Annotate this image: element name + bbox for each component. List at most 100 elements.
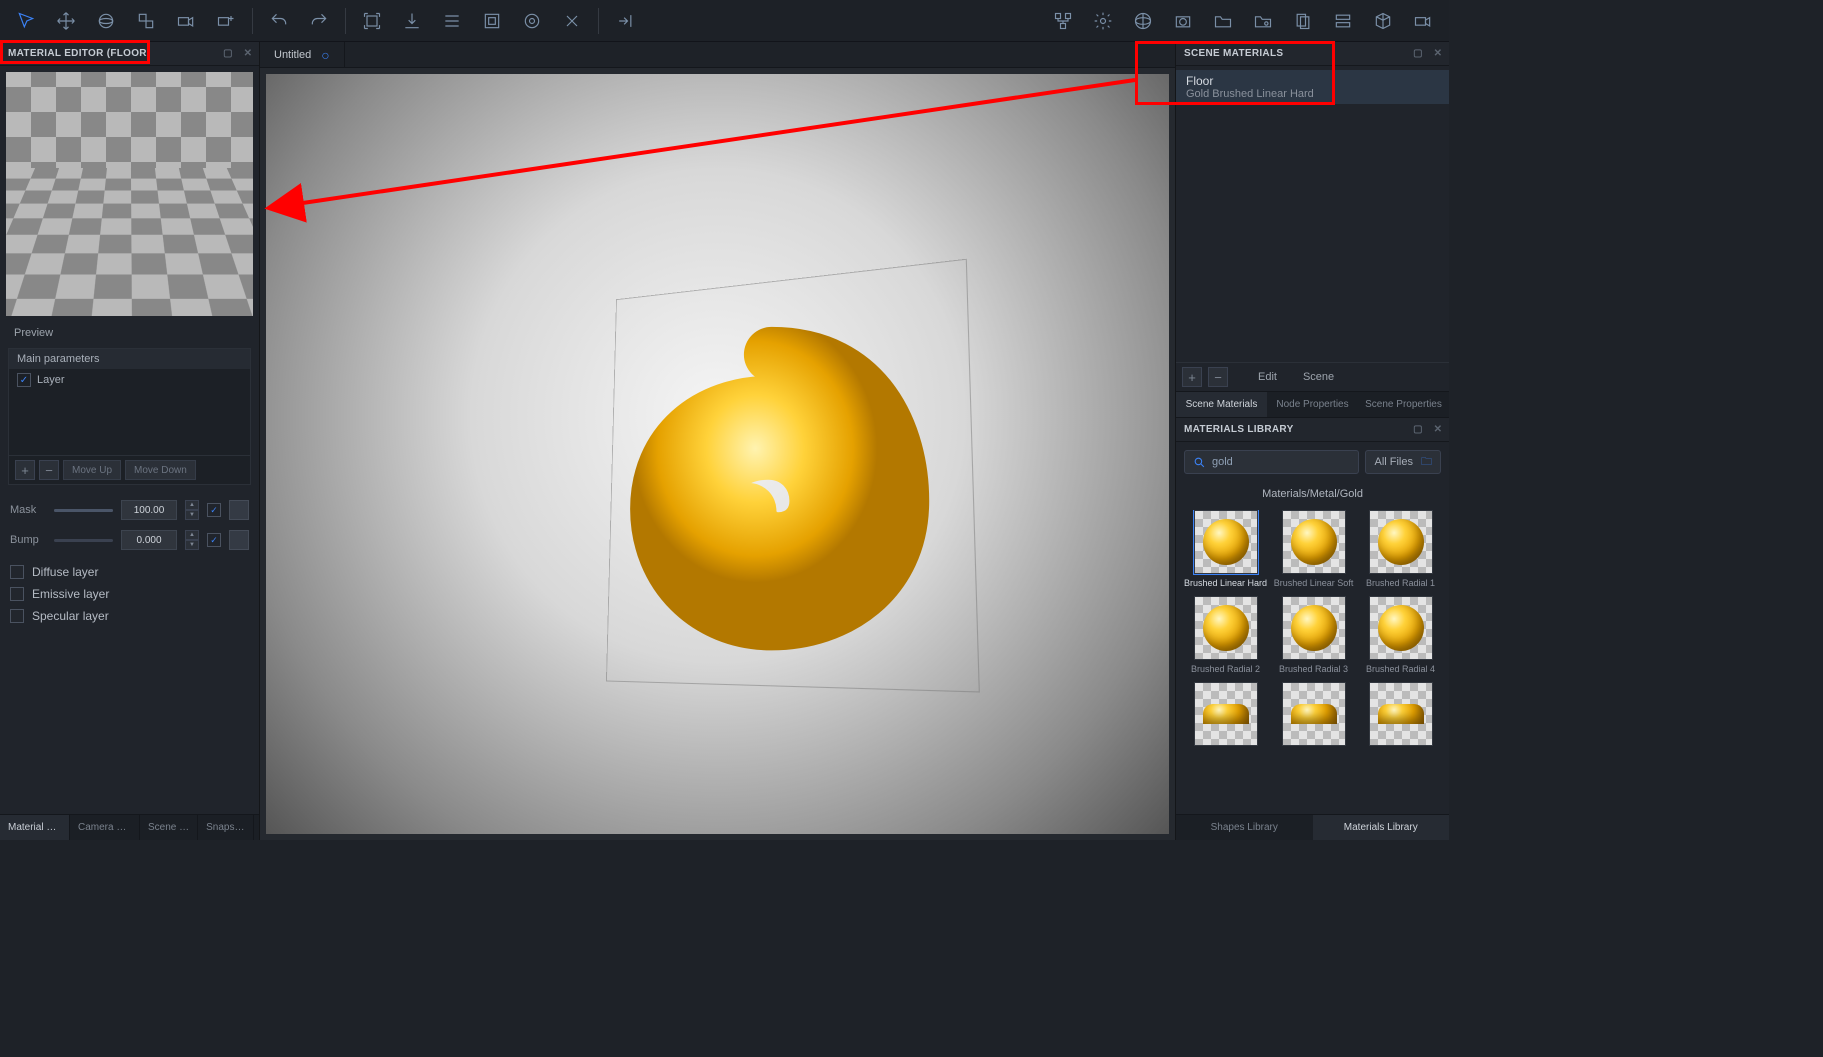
cube-icon[interactable] — [1365, 3, 1401, 39]
scale-tool-icon[interactable] — [128, 3, 164, 39]
stack-icon[interactable] — [1325, 3, 1361, 39]
tab-scene[interactable]: Scene … — [140, 815, 198, 840]
layer-checkbox[interactable]: ✓ — [17, 373, 31, 387]
material-thumb[interactable] — [1360, 682, 1441, 760]
folder-shapes-icon[interactable] — [1245, 3, 1281, 39]
scene-material-type: Gold Brushed Linear Hard — [1186, 88, 1439, 100]
tab-scene-materials[interactable]: Scene Materials — [1176, 392, 1267, 417]
tab-materials-library[interactable]: Materials Library — [1313, 815, 1450, 840]
mask-spinner[interactable]: ▲▼ — [185, 500, 199, 520]
materials-library-title: MATERIALS LIBRARY — [1184, 424, 1294, 435]
drop-to-floor-icon[interactable] — [394, 3, 430, 39]
library-path: Materials/Metal/Gold — [1176, 482, 1449, 510]
maximize-icon[interactable]: ▢ — [1411, 423, 1425, 437]
close-icon[interactable]: ✕ — [241, 47, 255, 61]
export-icon[interactable] — [607, 3, 643, 39]
move-down-button[interactable]: Move Down — [125, 460, 196, 480]
globe-icon[interactable] — [1125, 3, 1161, 39]
move-tool-icon[interactable] — [48, 3, 84, 39]
material-thumb[interactable]: Brushed Radial 3 — [1273, 596, 1354, 674]
close-icon[interactable]: ✕ — [1431, 423, 1445, 437]
remove-layer-button[interactable]: − — [39, 460, 59, 480]
camera-tool-icon[interactable] — [168, 3, 204, 39]
nodes-panel-icon[interactable] — [1045, 3, 1081, 39]
scene-material-item[interactable]: Floor Gold Brushed Linear Hard — [1176, 70, 1449, 104]
search-icon — [1193, 456, 1206, 469]
material-thumb[interactable]: Brushed Radial 4 — [1360, 596, 1441, 674]
redo-icon[interactable] — [301, 3, 337, 39]
add-camera-icon[interactable] — [208, 3, 244, 39]
library-bottom-tabs: Shapes Library Materials Library — [1176, 814, 1449, 840]
material-editor-header: MATERIAL EDITOR (FLOOR) ▢ ✕ — [0, 42, 259, 66]
material-preview[interactable] — [6, 72, 253, 316]
viewport[interactable] — [266, 74, 1169, 834]
search-value: gold — [1212, 456, 1233, 468]
bump-texture-swatch[interactable] — [229, 530, 249, 550]
video-camera-icon[interactable] — [1405, 3, 1441, 39]
material-editor-title: MATERIAL EDITOR (FLOOR) — [8, 48, 150, 59]
camera-panel-icon[interactable] — [1165, 3, 1201, 39]
main-parameters-header: Main parameters — [9, 349, 250, 369]
specular-layer-toggle[interactable]: Specular layer — [10, 605, 249, 627]
settings-gear-icon[interactable] — [1085, 3, 1121, 39]
bump-value[interactable]: 0.000 — [121, 530, 177, 550]
scene-object — [609, 287, 934, 682]
mask-texture-swatch[interactable] — [229, 500, 249, 520]
cursor-tool-icon[interactable] — [8, 3, 44, 39]
mask-checkbox[interactable]: ✓ — [207, 503, 221, 517]
rotate-tool-icon[interactable] — [88, 3, 124, 39]
add-material-button[interactable]: + — [1182, 367, 1202, 387]
material-thumb[interactable]: Brushed Linear Hard — [1184, 510, 1267, 588]
tab-shapes-library[interactable]: Shapes Library — [1176, 815, 1313, 840]
document-tab[interactable]: Untitled ○ — [260, 42, 345, 67]
tab-node-properties[interactable]: Node Properties — [1267, 392, 1358, 417]
misc-tool-icon[interactable] — [554, 3, 590, 39]
bump-row: Bump 0.000 ▲▼ ✓ — [0, 525, 259, 555]
materials-grid: Brushed Linear Hard Brushed Linear Soft … — [1176, 510, 1449, 768]
tab-material-editor[interactable]: Material Ed… — [0, 815, 70, 840]
add-layer-button[interactable]: + — [15, 460, 35, 480]
scene-materials-title: SCENE MATERIALS — [1184, 48, 1283, 59]
maximize-icon[interactable]: ▢ — [221, 47, 235, 61]
tab-scene-properties[interactable]: Scene Properties — [1358, 392, 1449, 417]
tab-snapshots[interactable]: Snaps… — [198, 815, 253, 840]
folder-open-icon[interactable] — [1205, 3, 1241, 39]
scene-button[interactable]: Scene — [1293, 367, 1344, 387]
unsaved-indicator-icon: ○ — [321, 47, 329, 63]
material-thumb[interactable]: Brushed Linear Soft — [1273, 510, 1354, 588]
diffuse-layer-toggle[interactable]: Diffuse layer — [10, 561, 249, 583]
maximize-icon[interactable]: ▢ — [1411, 47, 1425, 61]
material-thumb[interactable] — [1273, 682, 1354, 760]
material-thumb[interactable]: Brushed Radial 1 — [1360, 510, 1441, 588]
group-icon[interactable] — [474, 3, 510, 39]
remove-material-button[interactable]: − — [1208, 367, 1228, 387]
scene-materials-header: SCENE MATERIALS ▢ ✕ — [1176, 42, 1449, 66]
bump-slider[interactable] — [54, 539, 113, 542]
align-icon[interactable] — [434, 3, 470, 39]
tab-camera-settings[interactable]: Camera Setti… — [70, 815, 140, 840]
layer-row[interactable]: ✓ Layer — [9, 369, 250, 391]
material-editor-panel: MATERIAL EDITOR (FLOOR) ▢ ✕ Preview Main… — [0, 42, 260, 840]
mask-label: Mask — [10, 504, 46, 516]
material-thumb[interactable]: Brushed Radial 2 — [1184, 596, 1267, 674]
frame-icon[interactable] — [354, 3, 390, 39]
move-up-button[interactable]: Move Up — [63, 460, 121, 480]
link-icon[interactable] — [514, 3, 550, 39]
scene-materials-actions: + − Edit Scene — [1176, 362, 1449, 391]
undo-icon[interactable] — [261, 3, 297, 39]
main-parameters-box: Main parameters ✓ Layer + − Move Up Move… — [8, 348, 251, 485]
bump-checkbox[interactable]: ✓ — [207, 533, 221, 547]
toolbar-divider — [598, 8, 599, 34]
library-filter-dropdown[interactable]: All Files 🗀 — [1365, 450, 1441, 474]
edit-button[interactable]: Edit — [1248, 367, 1287, 387]
mask-row: Mask 100.00 ▲▼ ✓ — [0, 495, 259, 525]
cards-icon[interactable] — [1285, 3, 1321, 39]
library-search-input[interactable]: gold — [1184, 450, 1359, 474]
mask-slider[interactable] — [54, 509, 113, 512]
mask-value[interactable]: 100.00 — [121, 500, 177, 520]
folder-icon: 🗀 — [1421, 453, 1432, 472]
close-icon[interactable]: ✕ — [1431, 47, 1445, 61]
material-thumb[interactable] — [1184, 682, 1267, 760]
emissive-layer-toggle[interactable]: Emissive layer — [10, 583, 249, 605]
bump-spinner[interactable]: ▲▼ — [185, 530, 199, 550]
